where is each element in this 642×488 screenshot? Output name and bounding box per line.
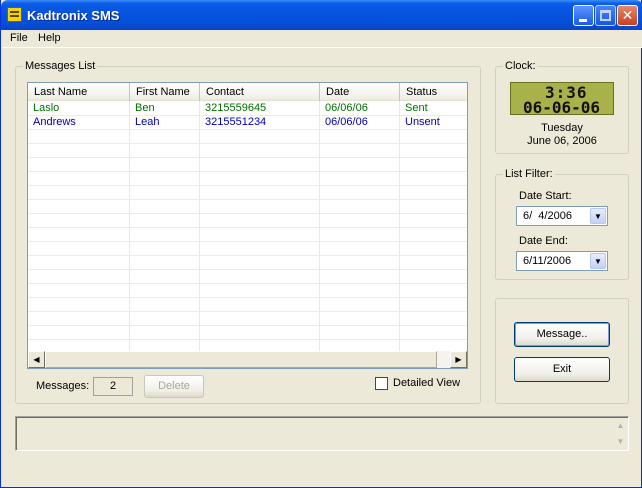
menu-bar: File Help	[2, 30, 642, 48]
maximize-button[interactable]	[595, 5, 616, 26]
arrow-right-icon[interactable]: ▶	[450, 351, 467, 368]
date-start-picker[interactable]: 6/ 4/2006 ▼	[516, 206, 608, 226]
exit-button[interactable]: Exit	[514, 357, 610, 382]
lcd-date: 06-06-06	[523, 98, 601, 117]
clock-date-long: June 06, 2006	[527, 135, 597, 147]
cell-first-name: Leah	[135, 116, 160, 128]
list-header: Last Name First Name Contact Date Status	[28, 83, 467, 101]
menu-help[interactable]: Help	[35, 32, 64, 44]
delete-button[interactable]: Delete	[144, 375, 204, 398]
lcd-clock: 3:36 06-06-06	[510, 82, 614, 117]
messages-count-value: 2	[93, 377, 133, 396]
scroll-thumb[interactable]	[45, 351, 437, 368]
cell-first-name: Ben	[135, 102, 155, 114]
clock-group-legend: Clock:	[503, 60, 538, 72]
close-button[interactable]: ✕	[617, 5, 638, 26]
horizontal-scrollbar[interactable]: ◀ ▶	[28, 351, 467, 368]
column-header-last-name[interactable]: Last Name	[28, 83, 130, 101]
date-end-value: 6/11/2006	[523, 255, 572, 267]
list-body: Laslo Ben 3215559645 06/06/06 Sent Andre…	[28, 101, 467, 352]
window-title: Kadtronix SMS	[27, 8, 120, 23]
app-icon	[7, 7, 22, 22]
title-bar[interactable]: Kadtronix SMS ✕	[1, 0, 642, 30]
actions-group	[495, 298, 629, 404]
main-window: Kadtronix SMS ✕ File Help Messages List …	[0, 0, 642, 488]
cell-last-name: Andrews	[33, 116, 76, 128]
cell-status: Unsent	[405, 116, 440, 128]
cell-date: 06/06/06	[325, 102, 368, 114]
clock-weekday: Tuesday	[541, 122, 583, 134]
scroll-down-icon[interactable]: ▼	[613, 434, 628, 449]
cell-date: 06/06/06	[325, 116, 368, 128]
column-header-status[interactable]: Status	[400, 83, 467, 101]
arrow-left-icon[interactable]: ◀	[28, 351, 45, 368]
column-header-contact[interactable]: Contact	[200, 83, 320, 101]
date-end-picker[interactable]: 6/11/2006 ▼	[516, 251, 608, 271]
table-row[interactable]: Andrews Leah 3215551234 06/06/06 Unsent	[28, 115, 467, 129]
menu-file[interactable]: File	[7, 32, 31, 44]
cell-contact: 3215551234	[205, 116, 267, 128]
messages-list[interactable]: Last Name First Name Contact Date Status	[27, 82, 468, 369]
cell-status: Sent	[405, 102, 428, 114]
chevron-down-icon[interactable]: ▼	[590, 208, 606, 224]
minimize-button[interactable]	[573, 5, 594, 26]
messages-count-label: Messages:	[36, 380, 90, 392]
date-start-label: Date Start:	[519, 190, 572, 202]
cell-last-name: Laslo	[33, 102, 60, 114]
message-button[interactable]: Message..	[514, 322, 610, 347]
detailed-view-label: Detailed View	[393, 377, 461, 389]
cell-contact: 3215559645	[205, 102, 267, 114]
column-header-date[interactable]: Date	[320, 83, 400, 101]
maximize-icon	[600, 10, 611, 21]
messages-group-legend: Messages List	[23, 60, 98, 72]
minimize-icon	[579, 19, 587, 22]
date-end-label: Date End:	[519, 235, 568, 247]
chevron-down-icon[interactable]: ▼	[590, 253, 606, 269]
filter-group-legend: List Filter:	[503, 168, 555, 180]
status-area: ▲ ▼	[15, 416, 629, 451]
scroll-up-icon[interactable]: ▲	[613, 418, 628, 433]
detailed-view-checkbox[interactable]	[375, 377, 388, 390]
table-row[interactable]: Laslo Ben 3215559645 06/06/06 Sent	[28, 101, 467, 115]
date-start-value: 6/ 4/2006	[523, 210, 572, 222]
column-header-first-name[interactable]: First Name	[130, 83, 200, 101]
close-icon: ✕	[621, 7, 634, 23]
